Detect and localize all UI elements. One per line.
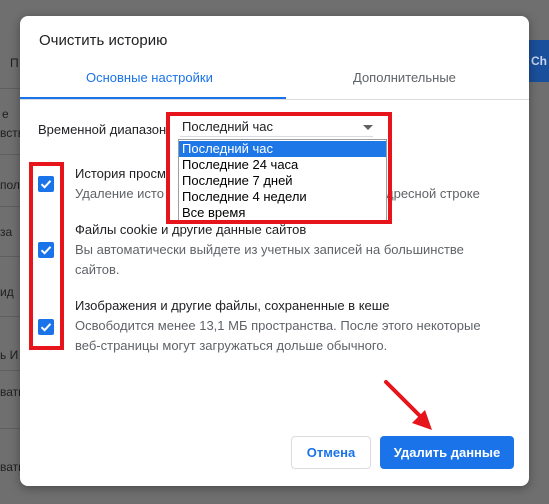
annotation-arrow-icon <box>384 380 432 430</box>
screen: П е вства пол за ид ь И вать вать Ch Очи… <box>0 0 549 504</box>
